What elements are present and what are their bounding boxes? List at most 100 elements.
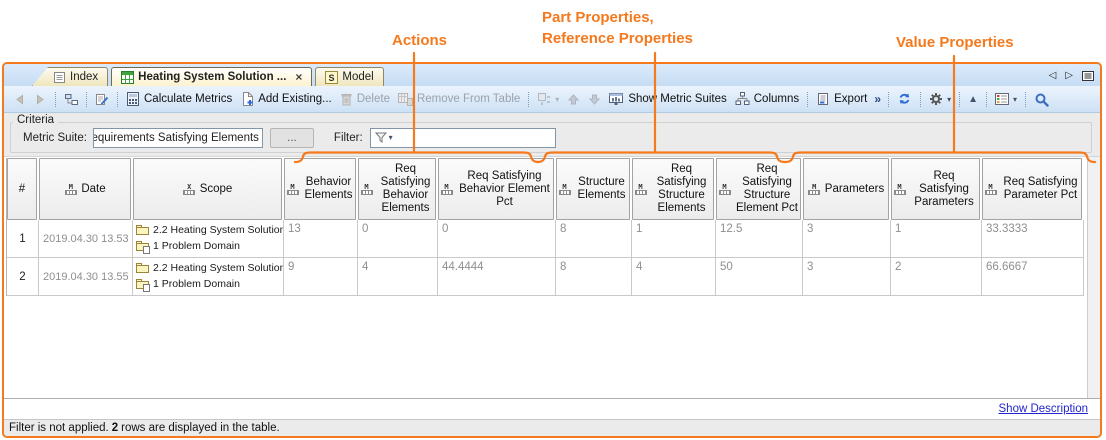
value-cell: 13	[284, 220, 358, 258]
value-cell: 4	[632, 258, 716, 296]
remove-from-table-button[interactable]: Remove From Table	[394, 90, 524, 108]
package-with-document-icon	[136, 278, 149, 290]
edit-icon	[95, 92, 109, 106]
metric-icon: M	[64, 184, 77, 195]
legend-button[interactable]: ▾	[991, 91, 1021, 107]
show-description-link[interactable]: Show Description	[999, 403, 1088, 415]
forward-icon	[34, 93, 47, 106]
value-cell: 8	[556, 220, 632, 258]
search-icon	[1034, 92, 1049, 107]
column-header-scope[interactable]: X Scope	[133, 158, 282, 220]
metric-icon: M	[360, 184, 373, 195]
value-cell: 1	[891, 220, 982, 258]
settings-button[interactable]: ▾	[925, 90, 955, 108]
table-row[interactable]: 2 2019.04.30 13.55 2.2 Heating System So…	[7, 258, 1084, 296]
search-button[interactable]	[1030, 90, 1053, 109]
date-cell: 2019.04.30 13.55	[39, 258, 133, 296]
move-up-button[interactable]	[563, 91, 584, 108]
export-button[interactable]: Export	[812, 90, 871, 108]
toolbar-separator	[920, 92, 921, 107]
annotation-actions: Actions	[392, 30, 447, 51]
value-cell: 9	[284, 258, 358, 296]
tab-model[interactable]: S Model	[315, 67, 383, 86]
tab-heating-system-solution[interactable]: Heating System Solution ... ×	[111, 67, 312, 86]
down-arrow-icon	[588, 93, 601, 106]
column-header-date[interactable]: M Date	[39, 158, 131, 220]
filter-label: Filter:	[334, 132, 363, 144]
criteria-group: Criteria Metric Suite: Requirements Sati…	[10, 122, 1092, 153]
column-header-req-satisfying-structure-elements[interactable]: M Req Satisfying Structure Elements	[632, 158, 714, 220]
value-cell: 2	[891, 258, 982, 296]
move-down-button[interactable]	[584, 91, 605, 108]
package-icon	[136, 224, 149, 236]
containment-tree-icon	[64, 92, 78, 106]
value-cell: 12.5	[716, 220, 803, 258]
refresh-button[interactable]	[893, 90, 916, 108]
application-window: Index Heating System Solution ... × S Mo…	[2, 62, 1102, 438]
column-header-req-satisfying-behavior-element-pct[interactable]: M Req Satisfying Behavior Element Pct	[438, 158, 554, 220]
toolbar-separator	[117, 92, 118, 107]
package-icon	[136, 262, 149, 274]
metrics-table: # M Date X Scope M Behavior Elements M R…	[6, 158, 1084, 296]
toolbar-separator	[528, 92, 529, 107]
show-metric-suites-button[interactable]: Show Metric Suites	[605, 90, 730, 108]
status-row-count: 2	[112, 422, 118, 434]
column-header-number[interactable]: #	[7, 158, 37, 220]
toolbar-overflow-button[interactable]: »	[871, 92, 884, 106]
vertical-scrollbar-gutter[interactable]	[1087, 157, 1100, 398]
open-in-containment-tree-button[interactable]	[60, 90, 82, 108]
column-header-req-satisfying-parameter-pct[interactable]: M Req Satisfying Parameter Pct	[982, 158, 1082, 220]
export-icon	[816, 92, 830, 106]
table-row[interactable]: 1 2019.04.30 13.53 2.2 Heating System So…	[7, 220, 1084, 258]
add-existing-button[interactable]: Add Existing...	[236, 90, 336, 108]
value-cell: 50	[716, 258, 803, 296]
document-icon	[53, 71, 66, 84]
move-button[interactable]: ▾	[533, 90, 563, 108]
metric-icon: M	[893, 184, 906, 195]
move-element-icon	[537, 92, 551, 106]
tab-list-icon[interactable]	[1082, 70, 1094, 82]
value-cell: 33.3333	[982, 220, 1084, 258]
columns-button[interactable]: Columns	[731, 90, 803, 108]
column-header-structure-elements[interactable]: M Structure Elements	[556, 158, 630, 220]
annotation-part-reference-properties: Part Properties, Reference Properties	[542, 7, 693, 49]
metric-suite-browse-button[interactable]: ...	[270, 128, 314, 148]
add-document-icon	[240, 92, 254, 106]
calculate-metrics-button[interactable]: Calculate Metrics	[122, 90, 236, 108]
toolbar-separator	[959, 92, 960, 107]
column-header-req-satisfying-parameters[interactable]: M Req Satisfying Parameters	[891, 158, 980, 220]
scroll-tabs-left-icon[interactable]: ◁	[1049, 71, 1057, 81]
filter-input[interactable]: ▾	[370, 128, 556, 148]
value-cell: 8	[556, 258, 632, 296]
annotation-value-properties: Value Properties	[896, 32, 1014, 53]
delete-button[interactable]: Delete	[336, 90, 394, 108]
criteria-group-label: Criteria	[13, 114, 58, 126]
filter-funnel-icon	[375, 132, 387, 144]
edit-button[interactable]	[91, 90, 113, 108]
back-button[interactable]	[9, 91, 30, 108]
column-header-parameters[interactable]: M Parameters	[803, 158, 889, 220]
value-cell: 3	[803, 258, 891, 296]
metric-suite-input[interactable]: Requirements Satisfying Elements	[93, 128, 263, 148]
scope-metric-icon: X	[183, 184, 196, 195]
metric-icon: M	[440, 184, 453, 195]
toolbar: Calculate Metrics Add Existing... Delete	[4, 86, 1100, 113]
metric-icon: M	[984, 184, 997, 195]
collapse-toolbar-button[interactable]: ▲	[964, 92, 982, 107]
column-header-req-satisfying-structure-element-pct[interactable]: M Req Satisfying Structure Element Pct	[716, 158, 801, 220]
model-icon: S	[325, 71, 338, 84]
svg-text:S: S	[329, 73, 335, 83]
column-header-behavior-elements[interactable]: M Behavior Elements	[284, 158, 356, 220]
metrics-table-area: # M Date X Scope M Behavior Elements M R…	[4, 157, 1100, 399]
up-arrow-icon	[567, 93, 580, 106]
toolbar-separator	[986, 92, 987, 107]
forward-button[interactable]	[30, 91, 51, 108]
tab-index[interactable]: Index	[32, 67, 108, 86]
close-tab-icon[interactable]: ×	[295, 70, 302, 84]
tab-bar: Index Heating System Solution ... × S Mo…	[4, 64, 1100, 86]
legend-icon	[995, 93, 1009, 105]
filter-dropdown-icon[interactable]: ▾	[389, 133, 393, 142]
column-header-req-satisfying-behavior-elements[interactable]: M Req Satisfying Behavior Elements	[358, 158, 436, 220]
row-number-cell: 1	[7, 220, 39, 258]
scroll-tabs-right-icon[interactable]: ▷	[1065, 71, 1073, 81]
